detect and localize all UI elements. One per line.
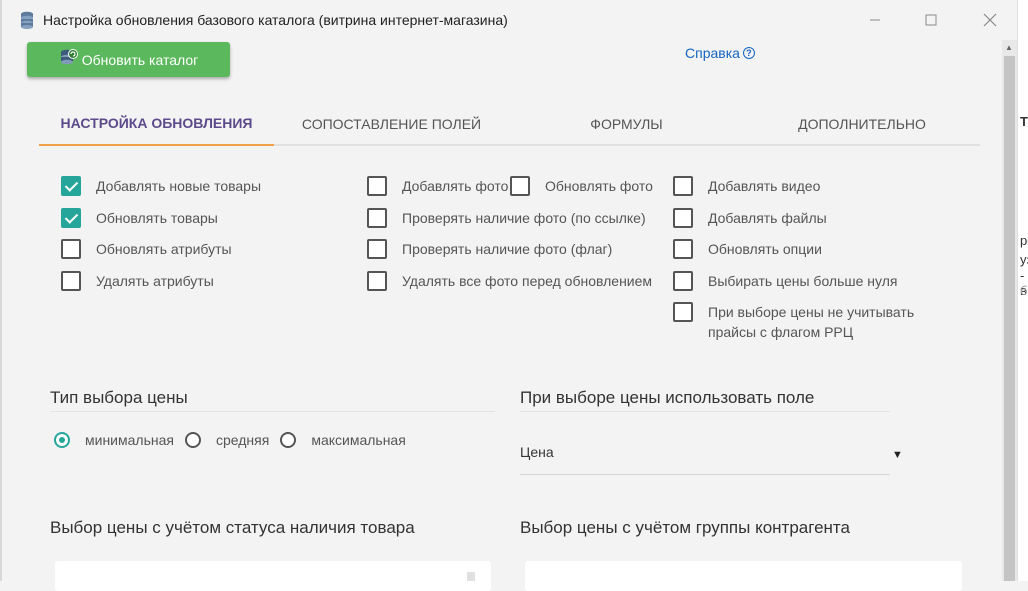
contractor-group-title: Выбор цены с учётом группы контрагента: [520, 518, 850, 537]
checkbox[interactable]: [61, 271, 81, 291]
maximize-button[interactable]: [921, 10, 941, 30]
window-title: Настройка обновления базового каталога (…: [43, 12, 508, 28]
option-label: Удалять все фото перед обновлением: [402, 273, 653, 289]
tab-formulas[interactable]: ФОРМУЛЫ: [509, 102, 744, 146]
settings-dialog: Настройка обновления базового каталога (…: [2, 0, 1017, 591]
tab-bar: НАСТРОЙКА ОБНОВЛЕНИЯ СОПОСТАВЛЕНИЕ ПОЛЕЙ…: [39, 102, 980, 146]
option-label: Добавлять файлы: [708, 210, 827, 226]
update-catalog-icon: [59, 48, 79, 68]
tab-label: ФОРМУЛЫ: [590, 116, 663, 132]
checkbox[interactable]: [61, 239, 81, 259]
radio-average[interactable]: [184, 432, 201, 448]
dropdown-arrow-icon: ▼: [892, 449, 903, 461]
price-field-select[interactable]: Цена ▼: [520, 433, 903, 475]
background-text: T: [1020, 114, 1028, 129]
checkbox[interactable]: [367, 208, 387, 228]
checkbox[interactable]: [367, 176, 387, 196]
tab-field-mapping[interactable]: СОПОСТАВЛЕНИЕ ПОЛЕЙ: [274, 102, 509, 146]
vertical-scrollbar[interactable]: ▲: [1002, 40, 1017, 581]
option-label: Проверять наличие фото (флаг): [402, 241, 613, 257]
option-add-files[interactable]: Добавлять файлы: [673, 208, 827, 228]
background-window: T ре уз - в бн: [1017, 0, 1028, 581]
radio-maximal[interactable]: [280, 432, 297, 448]
option-add-photo[interactable]: Добавлять фото: [367, 176, 508, 196]
minimize-button[interactable]: [865, 10, 885, 30]
help-label: Справка: [685, 45, 740, 61]
option-label: Проверять наличие фото (по ссылке): [402, 210, 646, 226]
background-text: ре: [1020, 233, 1028, 248]
option-label: При выборе цены не учитывать прайсы с фл…: [708, 304, 915, 340]
background-text: бн: [1020, 283, 1028, 298]
update-catalog-label: Обновить каталог: [81, 51, 199, 68]
option-delete-all-photos[interactable]: Удалять все фото перед обновлением: [367, 271, 652, 291]
checkbox[interactable]: [510, 176, 530, 196]
price-type-title: Тип выбора цены: [50, 388, 188, 407]
checkbox[interactable]: [673, 302, 693, 322]
divider: [50, 411, 495, 412]
checkbox[interactable]: [673, 271, 693, 291]
option-label: Удалять атрибуты: [96, 273, 214, 289]
stock-status-table[interactable]: [55, 561, 491, 591]
option-add-new-products[interactable]: Добавлять новые товары: [61, 176, 261, 196]
option-add-video[interactable]: Добавлять видео: [673, 176, 820, 196]
help-link[interactable]: Справка ?: [685, 45, 755, 61]
option-label: Обновлять фото: [545, 178, 653, 194]
option-label: Обновлять товары: [96, 210, 218, 226]
database-icon: [20, 11, 36, 29]
option-prices-above-zero[interactable]: Выбирать цены больше нуля: [673, 271, 897, 291]
question-icon: ?: [742, 47, 755, 59]
option-label: Добавлять фото: [402, 178, 509, 194]
option-check-photo-link[interactable]: Проверять наличие фото (по ссылке): [367, 208, 646, 228]
radio-minimal[interactable]: [54, 432, 70, 448]
option-label: Обновлять атрибуты: [96, 241, 232, 257]
maximize-icon: [925, 14, 937, 26]
background-text: уз: [1020, 252, 1028, 267]
option-label: Выбирать цены больше нуля: [708, 273, 898, 289]
minimize-icon: [870, 19, 880, 21]
option-update-photo[interactable]: Обновлять фото: [510, 176, 653, 196]
price-type-radio-group: минимальная средняя максимальная: [54, 432, 417, 448]
radio-label: минимальная: [85, 432, 174, 448]
tab-label: ДОПОЛНИТЕЛЬНО: [798, 116, 926, 132]
select-value: Цена: [520, 444, 554, 460]
update-catalog-button[interactable]: Обновить каталог: [27, 42, 230, 77]
checkbox[interactable]: [673, 208, 693, 228]
close-button[interactable]: [980, 10, 1000, 30]
price-field-title: При выборе цены использовать поле: [520, 388, 815, 407]
option-label: Обновлять опции: [708, 241, 822, 257]
option-ignore-rrp-prices[interactable]: При выборе цены не учитывать прайсы с фл…: [673, 302, 933, 342]
option-label: Добавлять новые товары: [96, 178, 262, 194]
title-bar[interactable]: Настройка обновления базового каталога (…: [2, 0, 1017, 40]
checkbox[interactable]: [673, 176, 693, 196]
checkbox[interactable]: [367, 271, 387, 291]
close-icon: [983, 13, 997, 27]
contractor-group-table[interactable]: [525, 561, 962, 591]
tab-update-settings[interactable]: НАСТРОЙКА ОБНОВЛЕНИЯ: [39, 102, 274, 146]
option-check-photo-flag[interactable]: Проверять наличие фото (флаг): [367, 239, 612, 259]
checkbox[interactable]: [367, 239, 387, 259]
option-update-attributes[interactable]: Обновлять атрибуты: [61, 239, 232, 259]
option-label: Добавлять видео: [708, 178, 821, 194]
scrollbar-thumb[interactable]: [1004, 56, 1015, 581]
stock-status-title: Выбор цены с учётом статуса наличия това…: [50, 518, 415, 537]
option-delete-attributes[interactable]: Удалять атрибуты: [61, 271, 214, 291]
option-update-options[interactable]: Обновлять опции: [673, 239, 822, 259]
tab-additional[interactable]: ДОПОЛНИТЕЛЬНО: [744, 102, 980, 146]
option-update-products[interactable]: Обновлять товары: [61, 208, 218, 228]
checkbox[interactable]: [61, 208, 81, 228]
tab-label: СОПОСТАВЛЕНИЕ ПОЛЕЙ: [301, 116, 482, 132]
checkbox[interactable]: [673, 239, 693, 259]
table-scroll-up-icon[interactable]: [467, 572, 475, 581]
radio-label: средняя: [215, 432, 270, 448]
tab-label: НАСТРОЙКА ОБНОВЛЕНИЯ: [60, 115, 253, 131]
radio-label: максимальная: [311, 432, 406, 448]
divider: [520, 411, 890, 412]
checkbox[interactable]: [61, 176, 81, 196]
scroll-up-icon[interactable]: ▲: [1005, 43, 1013, 52]
